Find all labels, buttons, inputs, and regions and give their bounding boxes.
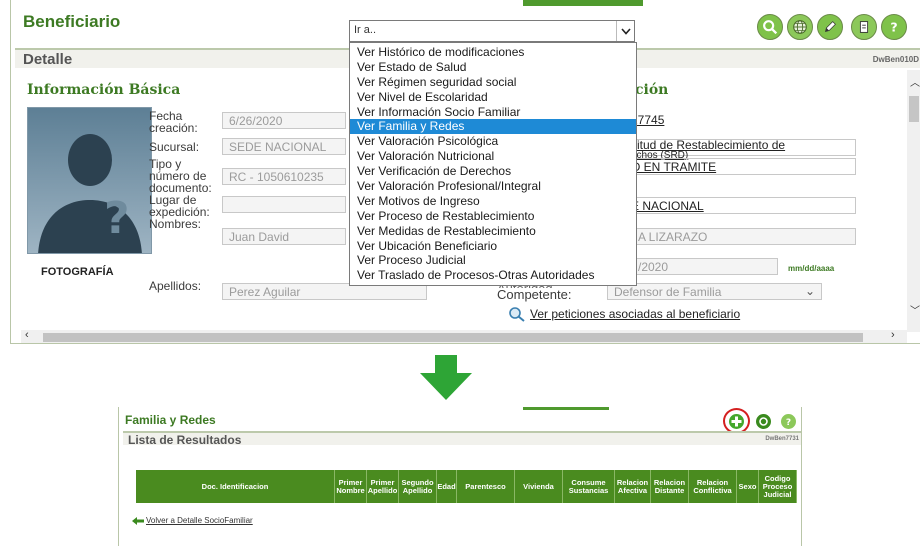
familia-redes-title: Familia y Redes (125, 413, 216, 427)
arrow-down-icon (420, 355, 472, 400)
help-icon: ? (890, 20, 897, 35)
section-right-heading: ción (635, 82, 669, 98)
results-label: Lista de Resultados (128, 433, 242, 447)
sucursal-field[interactable]: SEDE NACIONAL (222, 138, 346, 155)
dropdown-option[interactable]: Ver Proceso Judicial (350, 253, 636, 268)
column-header[interactable]: Segundo Apellido (399, 470, 437, 503)
column-header[interactable]: Parentesco (457, 470, 515, 503)
column-header[interactable]: Relacion Afectiva (615, 470, 651, 503)
dropdown-option[interactable]: Ver Ubicación Beneficiario (350, 239, 636, 254)
column-header[interactable]: Relacion Distante (651, 470, 689, 503)
dropdown-option[interactable]: Ver Familia y Redes (350, 119, 636, 135)
help-button[interactable]: ? (781, 414, 796, 429)
dropdown-option[interactable]: Ver Histórico de modificaciones (350, 45, 636, 60)
lugar-expedicion-field[interactable] (222, 196, 346, 213)
fecha-label: Fecha creación: (149, 109, 198, 135)
sede-link[interactable]: E NACIONAL (631, 199, 704, 213)
tab-accent (523, 407, 609, 410)
column-header[interactable]: Primer Nombre (335, 470, 367, 503)
refresh-icon (759, 417, 768, 426)
column-header[interactable]: Relacion Conflictiva (689, 470, 737, 503)
search-icon (509, 307, 525, 322)
responsable-field[interactable]: A LIZARAZO (606, 228, 856, 245)
apellidos-label: Apellidos: (149, 279, 202, 293)
arrow-left-icon (132, 516, 144, 525)
help-icon: ? (786, 418, 791, 427)
results-code: DwBen7731 (765, 436, 799, 442)
date-format-hint: mm/dd/aaaa (788, 264, 835, 273)
dropdown-option[interactable]: Ver Régimen seguridad social (350, 75, 636, 90)
column-header[interactable]: Sexo (737, 470, 759, 503)
page-title: Beneficiario (23, 12, 121, 31)
column-header[interactable]: Primer Apellido (367, 470, 399, 503)
ir-a-dropdown-list[interactable]: Ver Histórico de modificaciones Ver Estad… (349, 42, 637, 286)
add-button[interactable] (729, 414, 744, 429)
horizontal-scrollbar[interactable]: ‹ › (21, 329, 907, 343)
back-link[interactable]: Volver a Detalle SocioFamiliar (132, 516, 253, 525)
search-icon (763, 20, 778, 35)
results-bar: Lista de Resultados DwBen7731 (123, 431, 801, 447)
section-informacion-basica: Información Básica (27, 82, 181, 98)
dropdown-option[interactable]: Ver Traslado de Procesos-Otras Autoridad… (350, 268, 636, 283)
ir-a-select[interactable]: Ir a.. (349, 20, 635, 42)
refresh-button[interactable] (756, 414, 771, 429)
photo-placeholder: ? (27, 107, 152, 254)
pencil-icon (825, 21, 836, 32)
column-header[interactable]: Vivienda (515, 470, 563, 503)
fecha-creacion-field[interactable]: 6/26/2020 (222, 112, 346, 129)
familia-redes-window: Familia y Redes ? Lista de Resultados Dw… (118, 407, 802, 546)
document-icon (859, 21, 869, 33)
nombres-field[interactable]: Juan David (222, 228, 346, 245)
chevron-down-icon[interactable] (616, 21, 634, 41)
vertical-scrollbar[interactable]: ︿ ﹀ (907, 70, 920, 332)
photo-caption: FOTOGRAFÍA (41, 266, 114, 278)
chevron-down-icon: ⌄ (804, 284, 815, 298)
column-header[interactable]: Codigo Proceso Judicial (759, 470, 797, 503)
scrollbar-thumb[interactable] (43, 333, 863, 342)
nombres-label: Nombres: (149, 217, 202, 231)
tipo-documento-label: Tipo y número de documento: (149, 157, 212, 195)
svg-text:?: ? (890, 20, 897, 35)
results-table-header: Doc. Identificacion Primer Nombre Primer A… (136, 470, 797, 503)
peticiones-link: Ver peticiones asociadas al beneficiario (530, 307, 741, 321)
lugar-expedicion-label: Lugar de expedición: (149, 193, 210, 219)
scroll-left-icon[interactable]: ‹ (25, 329, 29, 341)
estado-link[interactable]: O EN TRAMITE (631, 160, 716, 174)
print-button[interactable] (851, 14, 877, 40)
globe-button[interactable] (787, 14, 813, 40)
dropdown-option[interactable]: Ver Valoración Profesional/Integral (350, 179, 636, 194)
dropdown-option[interactable]: Ver Verificación de Derechos (350, 164, 636, 179)
dropdown-option[interactable]: Ver Medidas de Restablecimiento (350, 224, 636, 239)
dropdown-option[interactable]: Ver Motivos de Ingreso (350, 194, 636, 209)
column-header[interactable]: Edad (437, 470, 457, 503)
edit-button[interactable] (817, 14, 843, 40)
sucursal-label: Sucursal: (149, 140, 200, 154)
detail-label: Detalle (23, 51, 73, 68)
svg-text:?: ? (104, 193, 130, 244)
dropdown-option[interactable]: Ver Valoración Nutricional (350, 149, 636, 164)
dropdown-option[interactable]: Ver Proceso de Restablecimiento (350, 209, 636, 224)
dropdown-option[interactable]: Ver Información Socio Familiar (350, 105, 636, 120)
user-silhouette-icon: ? (38, 134, 142, 253)
dropdown-option[interactable]: Ver Nivel de Escolaridad (350, 90, 636, 105)
column-header[interactable]: Doc. Identificacion (136, 470, 335, 503)
dropdown-option[interactable]: Ver Estado de Salud (350, 60, 636, 75)
help-button[interactable]: ? (881, 14, 907, 40)
autoridad-select[interactable]: Defensor de Familia ⌄ (607, 283, 822, 300)
search-button[interactable] (757, 14, 783, 40)
scrollbar-thumb[interactable] (909, 96, 919, 122)
peticiones-row[interactable]: Ver peticiones asociadas al beneficiario (508, 306, 740, 322)
documento-field[interactable]: RC - 1050610235 (222, 168, 346, 185)
detail-code: DwBen010D (872, 55, 919, 64)
plus-icon (731, 416, 742, 427)
scroll-down-icon[interactable]: ﹀ (910, 302, 920, 317)
globe-icon (793, 20, 807, 34)
svg-text:?: ? (786, 418, 791, 427)
scroll-right-icon[interactable]: › (891, 329, 895, 341)
scroll-up-icon[interactable]: ︿ (910, 74, 920, 89)
column-header[interactable]: Consume Sustancias (563, 470, 615, 503)
tab-accent (523, 0, 643, 6)
dropdown-option[interactable]: Ver Valoración Psicológica (350, 134, 636, 149)
